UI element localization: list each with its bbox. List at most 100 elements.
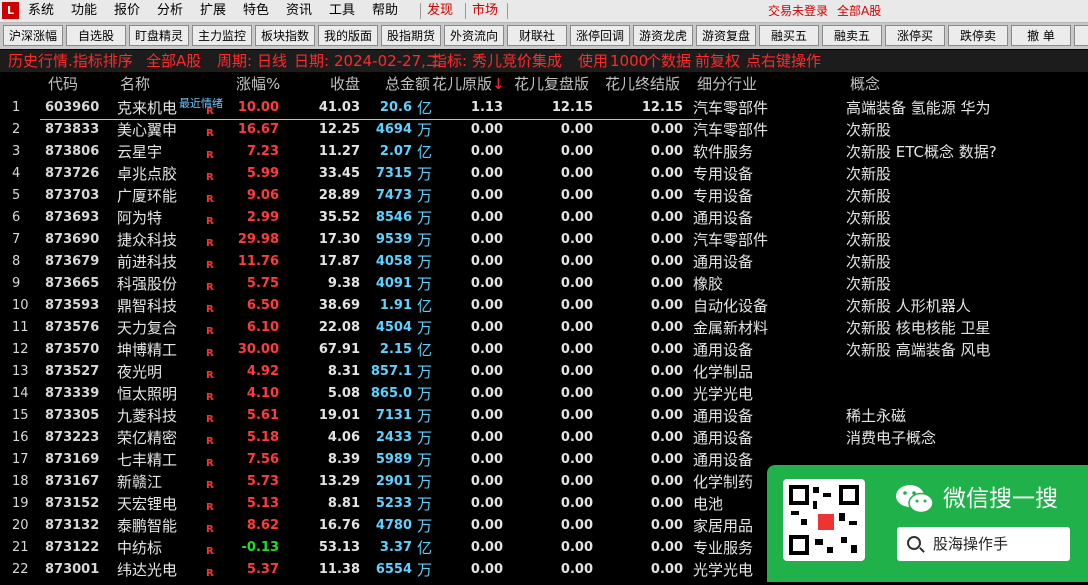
market-scope[interactable]: 全部A股	[837, 0, 881, 22]
wechat-search-box[interactable]: 股海操作手	[897, 527, 1070, 561]
toolbar-button[interactable]: 撤 单	[1011, 25, 1071, 46]
change-percent: 2.99	[246, 210, 279, 225]
usage-suffix: 个数据	[646, 52, 692, 70]
table-row[interactable]: 2 873833 美心翼申 R 16.67 12.25 4694 万 0.00 0.00 0.00 汽…	[0, 119, 1088, 141]
row-number: 16	[12, 430, 29, 445]
col-header-name[interactable]: 名称	[120, 72, 150, 97]
toolbar-button[interactable]: 游资龙虎	[633, 25, 693, 46]
view-title: 历史行情.指标排序	[8, 52, 133, 70]
toolbar-button[interactable]: 融卖五	[822, 25, 882, 46]
indicator-final: 0.00	[650, 430, 683, 445]
toolbar-button[interactable]: 融买五	[759, 25, 819, 46]
col-header-close[interactable]: 收盘	[330, 72, 360, 97]
total-amount: 8546	[375, 210, 412, 225]
industry: 化学制药	[693, 473, 754, 491]
stock-code: 873169	[45, 452, 100, 467]
table-row[interactable]: 11 873576 天力复合 R 6.10 22.08 4504 万 0.00 0.00 0.00 金…	[0, 317, 1088, 339]
industry: 通用设备	[693, 341, 754, 359]
table-row[interactable]: 8 873679 前进科技 R 11.76 17.87 4058 万 0.00 0.00 0.00 通…	[0, 251, 1088, 273]
amount-unit: 万	[416, 231, 432, 249]
total-amount: 7473	[375, 188, 412, 203]
table-row[interactable]: 5 873703 广厦环能 R 9.06 28.89 7473 万 0.00 0.00 0.00 专用…	[0, 185, 1088, 207]
login-status[interactable]: 交易未登录	[768, 0, 828, 22]
toolbar-button[interactable]: 游资复盘	[696, 25, 756, 46]
menu-function[interactable]: 功能	[71, 0, 97, 22]
indicator-original: 0.00	[470, 232, 503, 247]
industry: 通用设备	[693, 407, 754, 425]
concept: 次新股	[846, 231, 892, 249]
close-price: 53.13	[318, 540, 360, 555]
stock-code: 873152	[45, 496, 100, 511]
indicator-review: 0.00	[560, 144, 593, 159]
industry: 汽车零部件	[693, 99, 769, 117]
menu-discover[interactable]: 发现	[427, 0, 453, 22]
menu-special[interactable]: 特色	[243, 0, 269, 22]
toolbar-button[interactable]: 沪深涨幅	[3, 25, 63, 46]
col-header-amount[interactable]: 总金额	[385, 72, 430, 97]
toolbar-button[interactable]: 跌停卖	[948, 25, 1008, 46]
menu-extend[interactable]: 扩展	[200, 0, 226, 22]
stock-code: 873570	[45, 342, 100, 357]
col-header-f3[interactable]: 花儿终结版	[605, 72, 680, 97]
row-number: 19	[12, 496, 29, 511]
table-row[interactable]: 3 873806 云星宇 R 7.23 11.27 2.07 亿 0.00 0.00 0.00 软件服…	[0, 141, 1088, 163]
menu-news[interactable]: 资讯	[286, 0, 312, 22]
col-header-f2[interactable]: 花儿复盘版	[514, 72, 589, 97]
toolbar-button-more[interactable]	[1074, 25, 1088, 46]
table-row[interactable]: 9 873665 科强股份 R 5.75 9.38 4091 万 0.00 0.00 0.00 橡胶次…	[0, 273, 1088, 295]
change-percent: 5.18	[246, 430, 279, 445]
amount-unit: 万	[416, 495, 432, 513]
table-row[interactable]: 13 873527 夜光明 R 4.92 8.31 857.1 万 0.00 0.00 0.00 化学…	[0, 361, 1088, 383]
stock-code: 873001	[45, 562, 100, 577]
col-header-concept[interactable]: 概念	[850, 72, 880, 97]
date-label: 日期:	[294, 52, 330, 70]
indicator-review: 0.00	[560, 320, 593, 335]
toolbar-button[interactable]: 自选股	[66, 25, 126, 46]
wechat-promo-panel[interactable]: 微信搜一搜 股海操作手	[767, 465, 1088, 582]
toolbar-button[interactable]: 涨停买	[885, 25, 945, 46]
toolbar-button[interactable]: 盯盘精灵	[129, 25, 189, 46]
industry: 光学光电	[693, 385, 754, 403]
table-row[interactable]: 15 873305 九菱科技 R 5.61 19.01 7131 万 0.00 0.00 0.00 通…	[0, 405, 1088, 427]
industry: 汽车零部件	[693, 231, 769, 249]
change-percent: 7.56	[246, 452, 279, 467]
close-price: 28.89	[318, 188, 360, 203]
menu-tools[interactable]: 工具	[329, 0, 355, 22]
menu-quote[interactable]: 报价	[114, 0, 140, 22]
change-percent: -0.13	[241, 540, 279, 555]
table-row[interactable]: 6 873693 阿为特 R 2.99 35.52 8546 万 0.00 0.00 0.00 通用设…	[0, 207, 1088, 229]
indicator-review: 0.00	[560, 408, 593, 423]
table-row[interactable]: 10 873593 鼎智科技 R 6.50 38.69 1.91 亿 0.00 0.00 0.00 自…	[0, 295, 1088, 317]
toolbar-button[interactable]: 股指期货	[381, 25, 441, 46]
toolbar-button[interactable]: 我的版面	[318, 25, 378, 46]
total-amount: 4091	[375, 276, 412, 291]
total-amount: 9539	[375, 232, 412, 247]
toolbar-button[interactable]: 板块指数	[255, 25, 315, 46]
toolbar-button[interactable]: 涨停回调	[570, 25, 630, 46]
toolbar-button[interactable]: 主力监控	[192, 25, 252, 46]
table-row[interactable]: 1 603960 克来机电 R 10.00 41.03 20.6 亿 1.13 12.15 12.1…	[0, 97, 1088, 119]
close-price: 33.45	[318, 166, 360, 181]
app-logo-icon[interactable]: L	[2, 2, 19, 19]
table-row[interactable]: 16 873223 荣亿精密 R 5.18 4.06 2433 万 0.00 0.00 0.00 通用…	[0, 427, 1088, 449]
total-amount: 4694	[375, 122, 412, 137]
change-percent: 5.61	[246, 408, 279, 423]
col-header-code[interactable]: 代码	[48, 72, 78, 97]
table-row[interactable]: 12 873570 坤博精工 R 30.00 67.91 2.15 亿 0.00 0.00 0.00…	[0, 339, 1088, 361]
col-header-industry[interactable]: 细分行业	[697, 72, 757, 97]
table-row[interactable]: 14 873339 恒太照明 R 4.10 5.08 865.0 万 0.00 0.00 0.00 光…	[0, 383, 1088, 405]
table-row[interactable]: 7 873690 捷众科技 R 29.98 17.30 9539 万 0.00 0.00 0.00 汽…	[0, 229, 1088, 251]
col-header-f1[interactable]: 花儿原版↓	[432, 72, 505, 97]
menu-analysis[interactable]: 分析	[157, 0, 183, 22]
table-row[interactable]: 4 873726 卓兆点胶 R 5.99 33.45 7315 万 0.00 0.00 0.00 专用…	[0, 163, 1088, 185]
scope-label: 全部A股	[146, 52, 202, 70]
menu-help[interactable]: 帮助	[372, 0, 398, 22]
indicator-original: 0.00	[470, 254, 503, 269]
concept: 次新股 人形机器人	[846, 297, 971, 315]
toolbar-button[interactable]: 财联社	[507, 25, 567, 46]
change-percent: 9.06	[246, 188, 279, 203]
menu-system[interactable]: 系统	[28, 0, 54, 22]
menu-market[interactable]: 市场	[472, 0, 498, 22]
toolbar-button[interactable]: 外资流向	[444, 25, 504, 46]
col-header-change[interactable]: 涨幅%	[236, 72, 280, 97]
